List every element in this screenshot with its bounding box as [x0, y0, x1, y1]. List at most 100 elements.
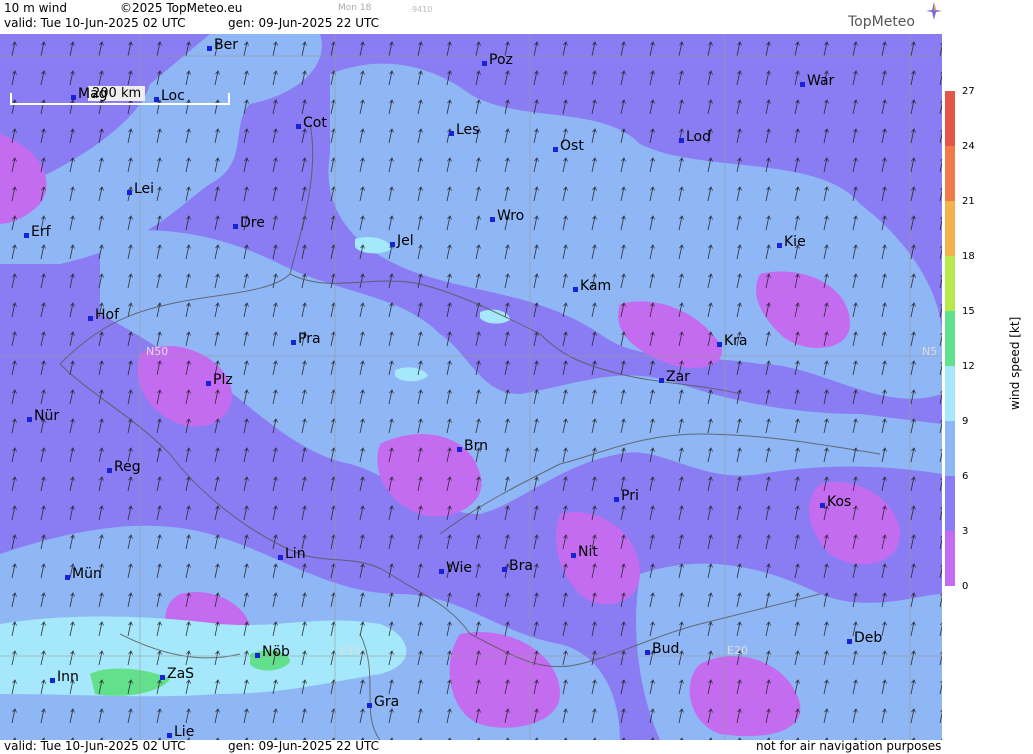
city-dot-icon	[439, 569, 444, 574]
city-dot-icon	[154, 97, 159, 102]
city-dot-icon	[207, 46, 212, 51]
city-dot-icon	[553, 147, 558, 152]
city-label[interactable]: Mün	[65, 566, 102, 582]
city-dot-icon	[233, 224, 238, 229]
grid-label-n5: N5	[922, 345, 938, 358]
city-dot-icon	[88, 316, 93, 321]
wind-speed-field	[0, 34, 942, 740]
generated-time: gen: 09-Jun-2025 22 UTC	[228, 16, 380, 30]
colorbar-title: wind speed [kt]	[1008, 316, 1022, 410]
city-label[interactable]: Nür	[27, 408, 59, 424]
city-label[interactable]: Lie	[167, 724, 194, 740]
city-label[interactable]: Brn	[457, 438, 488, 454]
colorbar-tick: 9	[962, 416, 969, 427]
valid-time: valid: Tue 10-Jun-2025 02 UTC	[4, 16, 186, 30]
city-dot-icon	[449, 131, 454, 136]
city-dot-icon	[367, 703, 372, 708]
city-dot-icon	[847, 639, 852, 644]
city-label[interactable]: Ost	[553, 138, 584, 154]
colorbar-tick: 18	[962, 251, 975, 262]
footer-generated-time: gen: 09-Jun-2025 22 UTC	[228, 739, 380, 753]
city-label[interactable]: Kra	[717, 333, 748, 349]
city-label[interactable]: Wie	[439, 560, 472, 576]
city-dot-icon	[717, 342, 722, 347]
city-label[interactable]: Ber	[207, 37, 238, 53]
city-label[interactable]: Mag	[71, 86, 108, 102]
product-title: 10 m wind	[4, 1, 67, 15]
run-day-label: Mon 18	[338, 3, 372, 13]
colorbar-tick: 27	[962, 86, 975, 97]
city-label[interactable]: Kos	[820, 494, 851, 510]
city-label[interactable]: Jel	[390, 233, 414, 249]
city-dot-icon	[24, 233, 29, 238]
city-label[interactable]: Les	[449, 122, 479, 138]
city-dot-icon	[50, 678, 55, 683]
colorbar-tick: 24	[962, 141, 975, 152]
city-label[interactable]: Cot	[296, 115, 327, 131]
code-label: 9410	[412, 5, 433, 14]
city-label[interactable]: ZaS	[160, 666, 194, 682]
city-label[interactable]: Lod	[679, 129, 711, 145]
city-dot-icon	[614, 497, 619, 502]
colorbar-tick: 21	[962, 196, 975, 207]
city-label[interactable]: Inn	[50, 669, 79, 685]
city-label[interactable]: Reg	[107, 459, 141, 475]
colorbar-tick: 6	[962, 471, 969, 482]
city-label[interactable]: War	[800, 73, 834, 89]
header-bar: 10 m wind ©2025 TopMeteo.eu Mon 18 9410 …	[0, 0, 942, 34]
city-label[interactable]: Nit	[571, 544, 598, 560]
city-label[interactable]: Deb	[847, 630, 882, 646]
city-dot-icon	[107, 468, 112, 473]
grid-label-e20: E20	[727, 644, 748, 657]
city-label[interactable]: Erf	[24, 224, 51, 240]
city-dot-icon	[457, 447, 462, 452]
city-label[interactable]: Lin	[278, 546, 306, 562]
grid-label-e15: E15	[340, 644, 361, 657]
city-label[interactable]: Lei	[127, 181, 154, 197]
city-dot-icon	[65, 575, 70, 580]
city-dot-icon	[27, 417, 32, 422]
city-dot-icon	[490, 217, 495, 222]
disclaimer-text: not for air navigation purposes	[756, 739, 942, 753]
city-dot-icon	[679, 138, 684, 143]
city-label[interactable]: Pri	[614, 488, 639, 504]
city-dot-icon	[390, 242, 395, 247]
city-dot-icon	[255, 653, 260, 658]
city-dot-icon	[127, 190, 132, 195]
city-dot-icon	[160, 675, 165, 680]
city-label[interactable]: Bud	[645, 641, 679, 657]
city-dot-icon	[206, 381, 211, 386]
city-label[interactable]: Plz	[206, 372, 233, 388]
city-label[interactable]: Hof	[88, 307, 119, 323]
city-label[interactable]: Dre	[233, 215, 265, 231]
city-label[interactable]: Zar	[659, 369, 690, 385]
city-label[interactable]: Wro	[490, 208, 524, 224]
city-dot-icon	[573, 287, 578, 292]
city-label[interactable]: Loc	[154, 88, 185, 104]
footer-bar: valid: Tue 10-Jun-2025 02 UTC gen: 09-Ju…	[0, 739, 942, 754]
city-label[interactable]: Poz	[482, 52, 513, 68]
city-label[interactable]: Nöb	[255, 644, 290, 660]
city-dot-icon	[291, 340, 296, 345]
city-label[interactable]: Pra	[291, 331, 321, 347]
colorbar-tick: 12	[962, 361, 975, 372]
city-label[interactable]: Bra	[502, 558, 533, 574]
city-dot-icon	[296, 124, 301, 129]
city-dot-icon	[71, 95, 76, 100]
city-dot-icon	[167, 733, 172, 738]
compass-star-icon	[926, 2, 942, 20]
city-dot-icon	[777, 243, 782, 248]
colorbar	[945, 91, 955, 586]
city-dot-icon	[482, 61, 487, 66]
copyright-text: ©2025 TopMeteo.eu	[120, 1, 243, 15]
city-label[interactable]: Kam	[573, 278, 611, 294]
city-label[interactable]: Kie	[777, 234, 806, 250]
city-dot-icon	[820, 503, 825, 508]
colorbar-tick: 0	[962, 581, 969, 592]
city-dot-icon	[645, 650, 650, 655]
city-label[interactable]: Gra	[367, 694, 399, 710]
grid-label-n50: N50	[146, 345, 169, 358]
wind-map[interactable]: 200 km N50 N5 E15 E20 Ber Poz War Mag Lo…	[0, 34, 942, 740]
footer-valid-time: valid: Tue 10-Jun-2025 02 UTC	[4, 739, 186, 753]
city-dot-icon	[571, 553, 576, 558]
